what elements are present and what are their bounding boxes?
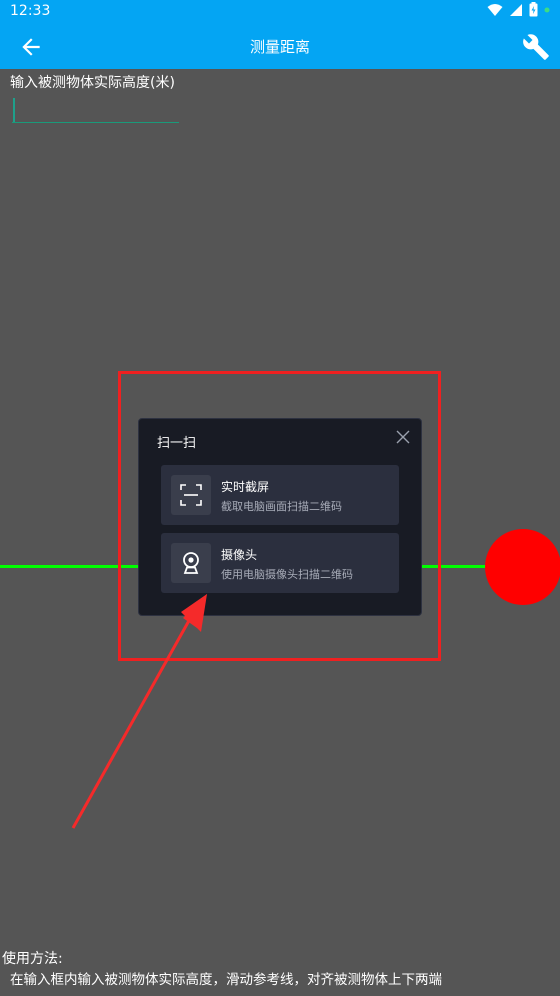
page-title: 测量距离 <box>249 38 310 56</box>
status-time: 12:33 <box>10 3 51 19</box>
option-description: 截取电脑画面扫描二维码 <box>221 500 342 513</box>
close-icon[interactable] <box>395 429 411 445</box>
scan-frame-icon <box>171 475 211 515</box>
wifi-icon <box>487 3 503 16</box>
option-title: 实时截屏 <box>221 480 270 494</box>
usage-instructions: 在输入框内输入被测物体实际高度，滑动参考线，对齐被测物体上下两端 <box>10 972 442 988</box>
scan-dialog: 扫一扫 实时截屏 截取电脑画面扫描二维码 摄像头 使用电脑摄像头扫描二维码 <box>138 418 422 616</box>
usage-title: 使用方法: <box>2 951 63 967</box>
webcam-icon <box>171 543 211 583</box>
dialog-title: 扫一扫 <box>157 436 197 451</box>
signal-icon <box>510 3 522 16</box>
battery-icon <box>529 2 538 17</box>
notification-dot-icon <box>544 7 550 12</box>
wrench-icon[interactable] <box>522 33 550 61</box>
status-bar: 12:33 <box>0 0 560 24</box>
option-webcam[interactable]: 摄像头 使用电脑摄像头扫描二维码 <box>161 533 399 593</box>
option-title: 摄像头 <box>221 548 258 562</box>
reference-line-handle[interactable] <box>485 529 560 605</box>
height-input[interactable] <box>12 96 179 123</box>
option-screenshot[interactable]: 实时截屏 截取电脑画面扫描二维码 <box>161 465 399 525</box>
option-description: 使用电脑摄像头扫描二维码 <box>221 568 353 581</box>
text-cursor <box>13 98 15 122</box>
height-input-label: 输入被测物体实际高度(米) <box>10 75 175 91</box>
height-input-container[interactable] <box>12 96 179 124</box>
app-bar: 测量距离 <box>0 24 560 69</box>
status-icons <box>487 2 550 17</box>
